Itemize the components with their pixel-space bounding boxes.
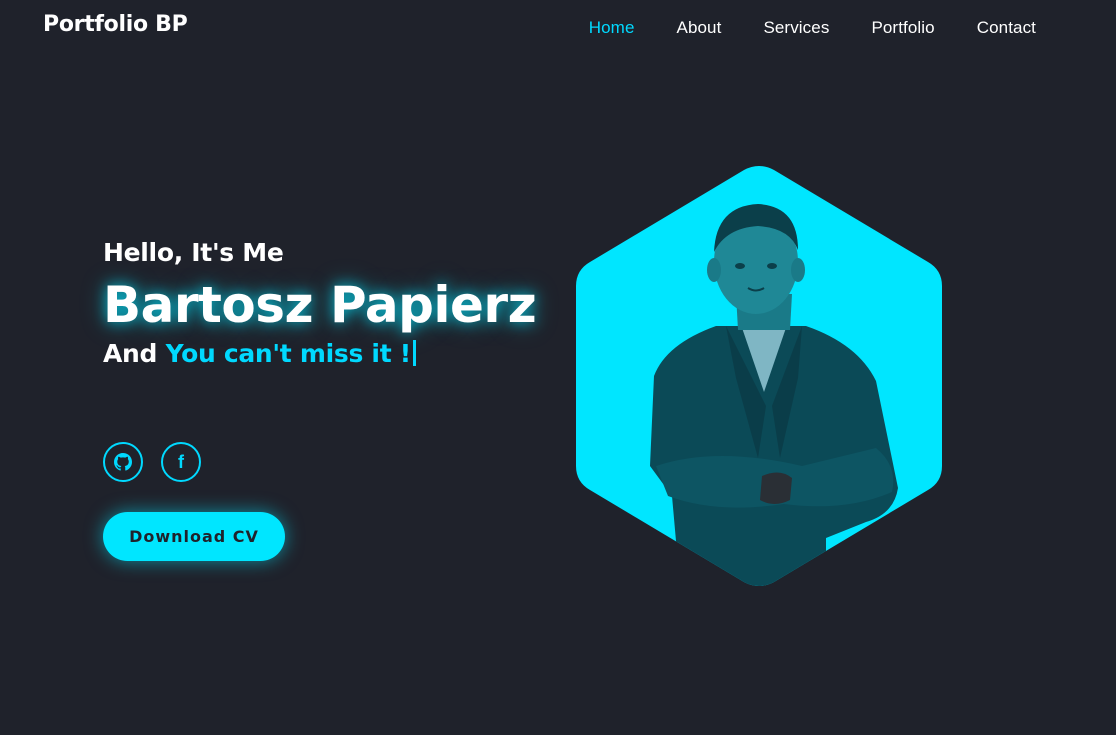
main-nav: Home About Services Portfolio Contact	[589, 18, 1036, 38]
facebook-icon: f	[178, 452, 184, 472]
tagline-prefix: And	[103, 339, 158, 368]
site-logo[interactable]: Portfolio BP	[43, 12, 188, 37]
nav-home[interactable]: Home	[589, 18, 635, 38]
hero-tagline: And You can't miss it !	[103, 339, 536, 368]
download-cv-button[interactable]: Download CV	[103, 512, 285, 561]
page: Portfolio BP Home About Services Portfol…	[0, 0, 1116, 735]
tagline-typed-text: You can't miss it !	[165, 339, 412, 368]
social-links: f	[103, 442, 201, 482]
hero-name: Bartosz Papierz	[103, 276, 537, 334]
github-icon	[114, 453, 132, 471]
facebook-link[interactable]: f	[161, 442, 201, 482]
nav-services[interactable]: Services	[763, 18, 829, 38]
github-link[interactable]	[103, 442, 143, 482]
nav-portfolio[interactable]: Portfolio	[871, 18, 934, 38]
hero-text: Hello, It's Me Bartosz Papierz And You c…	[103, 238, 537, 368]
profile-portrait	[576, 166, 942, 586]
nav-contact[interactable]: Contact	[977, 18, 1036, 38]
hero-greeting: Hello, It's Me	[103, 238, 284, 267]
typing-cursor	[412, 340, 416, 366]
nav-about[interactable]: About	[677, 18, 722, 38]
